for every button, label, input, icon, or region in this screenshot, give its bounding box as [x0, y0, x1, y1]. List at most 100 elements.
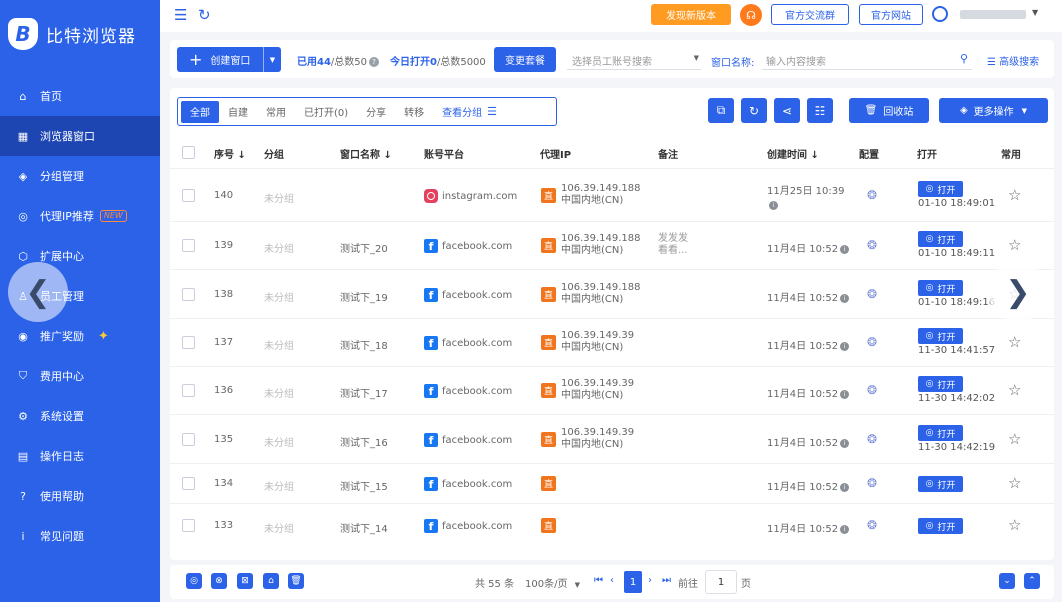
chevron-up-icon[interactable]: ⌃ [1024, 573, 1040, 589]
official-site-button[interactable]: 官方网站 [859, 4, 923, 25]
home-icon[interactable]: ⌂ [263, 573, 279, 589]
row-checkbox[interactable] [182, 189, 195, 202]
refresh-icon[interactable]: ↻ [198, 6, 211, 24]
config-gear-icon[interactable]: ❂ [867, 383, 877, 397]
tab-4[interactable]: 分享 [357, 101, 395, 123]
refresh-icon[interactable]: ↻ [741, 98, 767, 123]
star-icon[interactable]: ☆ [1008, 333, 1021, 351]
sidebar-item-10[interactable]: ? 使用帮助 [0, 476, 160, 516]
sidebar-item-7[interactable]: ⛉ 费用中心 [0, 356, 160, 396]
employee-select[interactable]: 选择员工账号搜索 ▼ [567, 50, 701, 70]
table-row[interactable]: 137 未分组 测试下_18 f facebook.com 直 106.39.149.39 中… [170, 318, 1054, 366]
search-input[interactable]: 输入内容搜索 [762, 50, 972, 70]
table-row[interactable]: 136 未分组 测试下_17 f facebook.com 直 106.39.149.39 中… [170, 366, 1054, 414]
table-row[interactable]: 138 未分组 测试下_19 f facebook.com 直 106.39.149.188… [170, 269, 1054, 318]
config-gear-icon[interactable]: ❂ [867, 335, 877, 349]
username-redacted[interactable] [960, 10, 1026, 19]
list-view-icon[interactable]: ☷ [807, 98, 833, 123]
tab-2[interactable]: 常用 [257, 101, 295, 123]
open-button[interactable]: ◎ 打开 [918, 518, 963, 534]
open-button[interactable]: ◎ 打开 [918, 476, 963, 492]
table-row[interactable]: 140 未分组 instagram.com 直 106.39.149.188 中国内地(C… [170, 168, 1054, 221]
chevron-down-icon[interactable]: ▼ [263, 47, 281, 72]
row-checkbox[interactable] [182, 239, 195, 252]
collapse-menu-icon[interactable]: ☰ [174, 6, 187, 24]
open-button[interactable]: ◎ 打开 [918, 328, 963, 344]
config-gear-icon[interactable]: ❂ [867, 476, 877, 490]
star-icon[interactable]: ☆ [1008, 430, 1021, 448]
prev-page-icon[interactable]: ‹ [610, 575, 614, 586]
star-icon[interactable]: ☆ [1008, 516, 1021, 534]
first-page-icon[interactable]: ⏮ [594, 575, 603, 586]
sidebar-item-11[interactable]: i 常见问题 [0, 516, 160, 556]
row-checkbox[interactable] [182, 384, 195, 397]
next-page-icon[interactable]: › [648, 575, 652, 586]
select-all-checkbox[interactable] [182, 146, 195, 159]
star-icon[interactable]: ☆ [1008, 474, 1021, 492]
last-page-icon[interactable]: ⏭ [662, 575, 671, 586]
close-all-icon[interactable]: ⊠ [237, 573, 253, 589]
prev-slide-arrow[interactable]: ❮ [8, 262, 68, 322]
row-checkbox[interactable] [182, 519, 195, 532]
more-actions-button[interactable]: ◈ 更多操作 ▼ [939, 98, 1048, 123]
config-gear-icon[interactable]: ❂ [867, 518, 877, 532]
sidebar-item-3[interactable]: ◎ 代理IP推荐 NEW [0, 196, 160, 236]
official-group-button[interactable]: 官方交流群 [771, 4, 849, 25]
goto-page-input[interactable]: 1 [705, 570, 737, 594]
open-button[interactable]: ◎ 打开 [918, 280, 963, 296]
row-checkbox[interactable] [182, 288, 195, 301]
tab-1[interactable]: 自建 [219, 101, 257, 123]
customer-service-icon[interactable]: ☊ [740, 4, 762, 26]
col-created[interactable]: 创建时间 ↓ [767, 146, 819, 161]
tab-0[interactable]: 全部 [181, 100, 219, 123]
next-slide-arrow[interactable]: ❯ [988, 262, 1048, 322]
config-gear-icon[interactable]: ❂ [867, 432, 877, 446]
star-icon[interactable]: ☆ [1008, 381, 1021, 399]
config-gear-icon[interactable]: ❂ [867, 188, 877, 202]
open-button[interactable]: ◎ 打开 [918, 231, 963, 247]
new-version-button[interactable]: 发现新版本 [651, 4, 731, 25]
sidebar-item-2[interactable]: ◈ 分组管理 [0, 156, 160, 196]
info-icon[interactable]: i [767, 200, 778, 211]
table-row[interactable]: 135 未分组 测试下_16 f facebook.com 直 106.39.149.39 中… [170, 414, 1054, 463]
config-gear-icon[interactable]: ❂ [867, 238, 877, 252]
info-icon[interactable]: ? [369, 57, 380, 67]
sidebar-item-0[interactable]: ⌂ 首页 [0, 76, 160, 116]
col-name[interactable]: 窗口名称 ↓ [340, 146, 392, 161]
recycle-bin-button[interactable]: 🗑 回收站 [849, 98, 929, 123]
page-size-select[interactable]: 100条/页 ▼ [525, 575, 580, 590]
change-plan-button[interactable]: 变更套餐 [494, 47, 556, 72]
star-icon[interactable]: ☆ [1008, 236, 1021, 254]
close-icon[interactable]: ⊗ [211, 573, 227, 589]
table-row[interactable]: 133 未分组 测试下_14 f facebook.com 直 11月4日 10:52 i ❂ ◎… [170, 503, 1054, 546]
row-checkbox[interactable] [182, 336, 195, 349]
row-checkbox[interactable] [182, 477, 195, 490]
config-gear-icon[interactable]: ❂ [867, 287, 877, 301]
col-seq[interactable]: 序号 ↓ [214, 146, 246, 161]
sidebar-item-1[interactable]: ▦ 浏览器窗口 [0, 116, 160, 156]
tab-6[interactable]: 查看分组 [433, 101, 491, 123]
tab-5[interactable]: 转移 [395, 101, 433, 123]
tab-3[interactable]: 已打开(0) [295, 101, 357, 123]
current-page[interactable]: 1 [624, 571, 642, 593]
sidebar-item-8[interactable]: ⚙ 系统设置 [0, 396, 160, 436]
search-icon[interactable]: ⚲ [960, 52, 968, 65]
create-window-button[interactable]: + 创建窗口 ▼ [177, 47, 281, 72]
open-button[interactable]: ◎ 打开 [918, 376, 963, 392]
star-icon[interactable]: ☆ [1008, 186, 1021, 204]
window-sync-icon[interactable]: ⧉ [708, 98, 734, 123]
open-button[interactable]: ◎ 打开 [918, 425, 963, 441]
row-checkbox[interactable] [182, 433, 195, 446]
table-row[interactable]: 139 未分组 测试下_20 f facebook.com 直 106.39.149.188… [170, 221, 1054, 269]
trash-icon[interactable]: 🗑 [288, 573, 304, 589]
table-row[interactable]: 134 未分组 测试下_15 f facebook.com 直 11月4日 10:52 i ❂ ◎… [170, 463, 1054, 503]
sort-icon[interactable]: ☰ [487, 105, 497, 118]
advanced-search-link[interactable]: ☰ 高级搜索 [987, 53, 1039, 68]
share-icon[interactable]: ⋖ [774, 98, 800, 123]
chrome-icon[interactable]: ◎ [186, 573, 202, 589]
sidebar-item-9[interactable]: ▤ 操作日志 [0, 436, 160, 476]
chevron-down-icon[interactable]: ⌄ [999, 573, 1015, 589]
sidebar-item-6[interactable]: ◉ 推广奖励 ✦ [0, 316, 160, 356]
chevron-down-icon[interactable]: ▼ [1032, 8, 1038, 17]
avatar[interactable] [932, 6, 948, 22]
